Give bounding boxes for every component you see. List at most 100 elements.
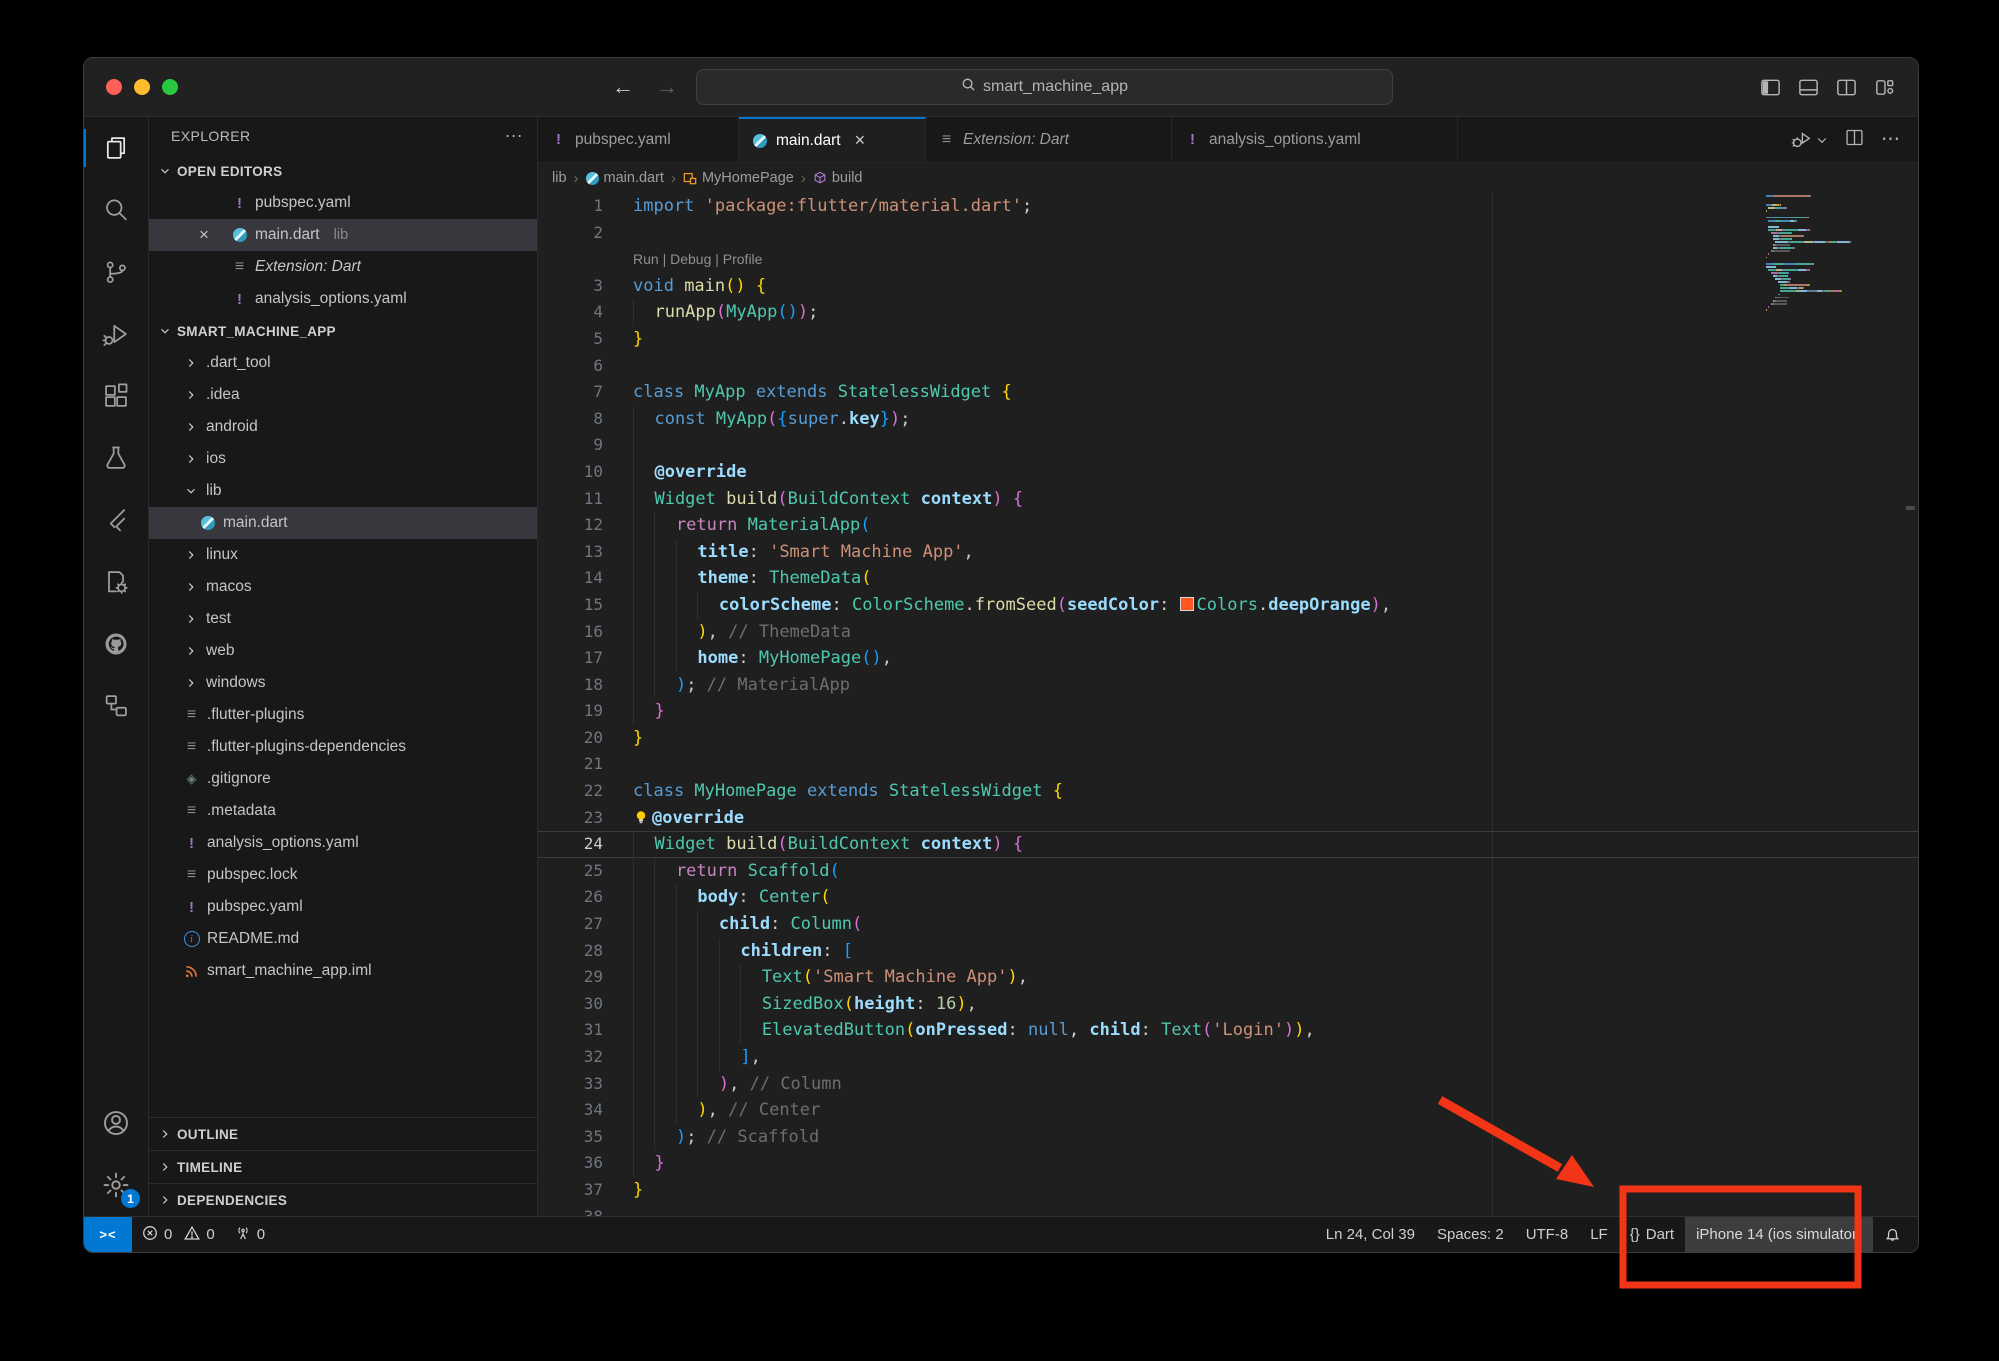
- color-swatch-deep-orange[interactable]: [1180, 597, 1194, 611]
- customize-layout-icon[interactable]: [1873, 76, 1896, 99]
- ports-status[interactable]: 0: [225, 1217, 275, 1252]
- codelens-row[interactable]: Run | Debug | Profile: [538, 246, 1918, 273]
- code-line-6[interactable]: 6: [538, 353, 1918, 380]
- code-line-38[interactable]: 38: [538, 1204, 1918, 1216]
- split-editor-icon[interactable]: [1844, 127, 1865, 153]
- open-editor-item[interactable]: !analysis_options.yaml: [149, 283, 537, 315]
- open-editor-item[interactable]: ×main.dartlib: [149, 219, 537, 251]
- code-line-9[interactable]: 9: [538, 432, 1918, 459]
- problems-status[interactable]: 0 0: [132, 1217, 225, 1252]
- status-item-cursor-position[interactable]: Ln 24, Col 39: [1315, 1217, 1426, 1252]
- code-line-27[interactable]: 27child: Column(: [538, 911, 1918, 938]
- activity-bar-item-settings[interactable]: 1: [84, 1154, 148, 1216]
- code-line-21[interactable]: 21: [538, 751, 1918, 778]
- code-line-26[interactable]: 26body: Center(: [538, 884, 1918, 911]
- code-line-19[interactable]: 19}: [538, 698, 1918, 725]
- tab-analysis-options-yaml[interactable]: !analysis_options.yaml: [1172, 117, 1458, 162]
- tree-file-.flutter-plugins[interactable]: ≡.flutter-plugins: [149, 699, 537, 731]
- forward-icon[interactable]: →: [656, 74, 678, 100]
- close-window-button[interactable]: [106, 79, 122, 95]
- tree-file-main.dart[interactable]: main.dart: [149, 507, 537, 539]
- code-line-28[interactable]: 28children: [: [538, 938, 1918, 965]
- open-editors-header[interactable]: OPEN EDITORS: [149, 155, 537, 187]
- scrollbar-marker[interactable]: [1906, 506, 1915, 510]
- notifications-bell-icon[interactable]: [1873, 1217, 1912, 1252]
- code-line-11[interactable]: 11Widget build(BuildContext context) {: [538, 486, 1918, 513]
- code-line-2[interactable]: 2: [538, 220, 1918, 247]
- code-line-34[interactable]: 34), // Center: [538, 1097, 1918, 1124]
- code-line-16[interactable]: 16), // ThemeData: [538, 619, 1918, 646]
- tree-folder-test[interactable]: test: [149, 603, 537, 635]
- status-item-indentation[interactable]: Spaces: 2: [1426, 1217, 1515, 1252]
- more-actions-icon[interactable]: ⋯: [505, 126, 523, 147]
- sidebar-section-dependencies[interactable]: DEPENDENCIES: [149, 1183, 537, 1216]
- code-line-14[interactable]: 14theme: ThemeData(: [538, 565, 1918, 592]
- minimap[interactable]: [1766, 195, 1902, 323]
- code-line-10[interactable]: 10@override: [538, 459, 1918, 486]
- breadcrumb-item-lib[interactable]: lib: [552, 170, 567, 186]
- activity-bar-item-extensions[interactable]: [84, 365, 148, 427]
- activity-bar-item-code-config[interactable]: [84, 551, 148, 613]
- tree-folder-.dart_tool[interactable]: .dart_tool: [149, 347, 537, 379]
- tree-file-analysis_options.yaml[interactable]: !analysis_options.yaml: [149, 827, 537, 859]
- tree-folder-windows[interactable]: windows: [149, 667, 537, 699]
- activity-bar-item-github[interactable]: [84, 613, 148, 675]
- activity-bar-item-flutter[interactable]: [84, 489, 148, 551]
- code-line-3[interactable]: 3void main() {: [538, 273, 1918, 300]
- tree-file-.gitignore[interactable]: ◈.gitignore: [149, 763, 537, 795]
- code-editor[interactable]: 1import 'package:flutter/material.dart';…: [538, 193, 1918, 1216]
- code-line-7[interactable]: 7class MyApp extends StatelessWidget {: [538, 379, 1918, 406]
- code-line-18[interactable]: 18); // MaterialApp: [538, 672, 1918, 699]
- lightbulb-icon[interactable]: [633, 809, 652, 825]
- close-icon[interactable]: ×: [855, 130, 866, 151]
- activity-bar-item-source-control[interactable]: [84, 241, 148, 303]
- activity-bar-item-testing[interactable]: [84, 427, 148, 489]
- toggle-panel-icon[interactable]: [1797, 76, 1820, 99]
- tab-main-dart[interactable]: main.dart×: [739, 117, 926, 162]
- tree-file-smart_machine_app.iml[interactable]: smart_machine_app.iml: [149, 955, 537, 987]
- code-line-4[interactable]: 4runApp(MyApp());: [538, 299, 1918, 326]
- maximize-window-button[interactable]: [162, 79, 178, 95]
- code-line-22[interactable]: 22class MyHomePage extends StatelessWidg…: [538, 778, 1918, 805]
- tree-folder-ios[interactable]: ios: [149, 443, 537, 475]
- code-lines[interactable]: 1import 'package:flutter/material.dart';…: [538, 193, 1918, 1216]
- activity-bar-item-search[interactable]: [84, 179, 148, 241]
- minimize-window-button[interactable]: [134, 79, 150, 95]
- code-line-1[interactable]: 1import 'package:flutter/material.dart';: [538, 193, 1918, 220]
- breadcrumb-item-main-dart[interactable]: main.dart: [586, 170, 664, 186]
- project-root-header[interactable]: SMART_MACHINE_APP: [149, 315, 537, 347]
- code-line-20[interactable]: 20}: [538, 725, 1918, 752]
- tab-extension-dart[interactable]: ≡Extension: Dart: [926, 117, 1172, 162]
- code-line-32[interactable]: 32],: [538, 1044, 1918, 1071]
- status-item-encoding[interactable]: UTF-8: [1515, 1217, 1580, 1252]
- tree-file-.flutter-plugins-dependencies[interactable]: ≡.flutter-plugins-dependencies: [149, 731, 537, 763]
- command-center-search[interactable]: smart_machine_app: [696, 69, 1393, 105]
- tab-pubspec-yaml[interactable]: !pubspec.yaml: [538, 117, 739, 162]
- code-line-35[interactable]: 35); // Scaffold: [538, 1124, 1918, 1151]
- activity-bar-item-run-debug[interactable]: [84, 303, 148, 365]
- code-line-33[interactable]: 33), // Column: [538, 1071, 1918, 1098]
- code-line-8[interactable]: 8const MyApp({super.key});: [538, 406, 1918, 433]
- code-line-13[interactable]: 13title: 'Smart Machine App',: [538, 539, 1918, 566]
- status-item-device-selector[interactable]: iPhone 14 (ios simulator): [1685, 1217, 1873, 1252]
- tree-folder-linux[interactable]: linux: [149, 539, 537, 571]
- status-item-language-mode[interactable]: {}Dart: [1619, 1217, 1685, 1252]
- code-line-25[interactable]: 25return Scaffold(: [538, 858, 1918, 885]
- code-line-17[interactable]: 17home: MyHomePage(),: [538, 645, 1918, 672]
- code-line-36[interactable]: 36}: [538, 1150, 1918, 1177]
- close-icon[interactable]: ×: [199, 225, 209, 245]
- breadcrumb-item-myhomepage[interactable]: MyHomePage: [683, 170, 794, 186]
- tree-folder-lib[interactable]: lib: [149, 475, 537, 507]
- activity-bar-item-remote-explorer[interactable]: [84, 675, 148, 737]
- code-line-29[interactable]: 29Text('Smart Machine App'),: [538, 964, 1918, 991]
- toggle-sidebar-icon[interactable]: [1759, 76, 1782, 99]
- tree-folder-web[interactable]: web: [149, 635, 537, 667]
- status-item-eol[interactable]: LF: [1579, 1217, 1619, 1252]
- activity-bar-item-explorer[interactable]: [84, 117, 148, 179]
- back-icon[interactable]: ←: [612, 74, 634, 100]
- code-line-5[interactable]: 5}: [538, 326, 1918, 353]
- code-line-24[interactable]: 24Widget build(BuildContext context) {: [538, 831, 1918, 858]
- split-editor-icon[interactable]: [1835, 76, 1858, 99]
- run-debug-dropdown-icon[interactable]: [1790, 129, 1828, 151]
- activity-bar-item-accounts[interactable]: [84, 1092, 148, 1154]
